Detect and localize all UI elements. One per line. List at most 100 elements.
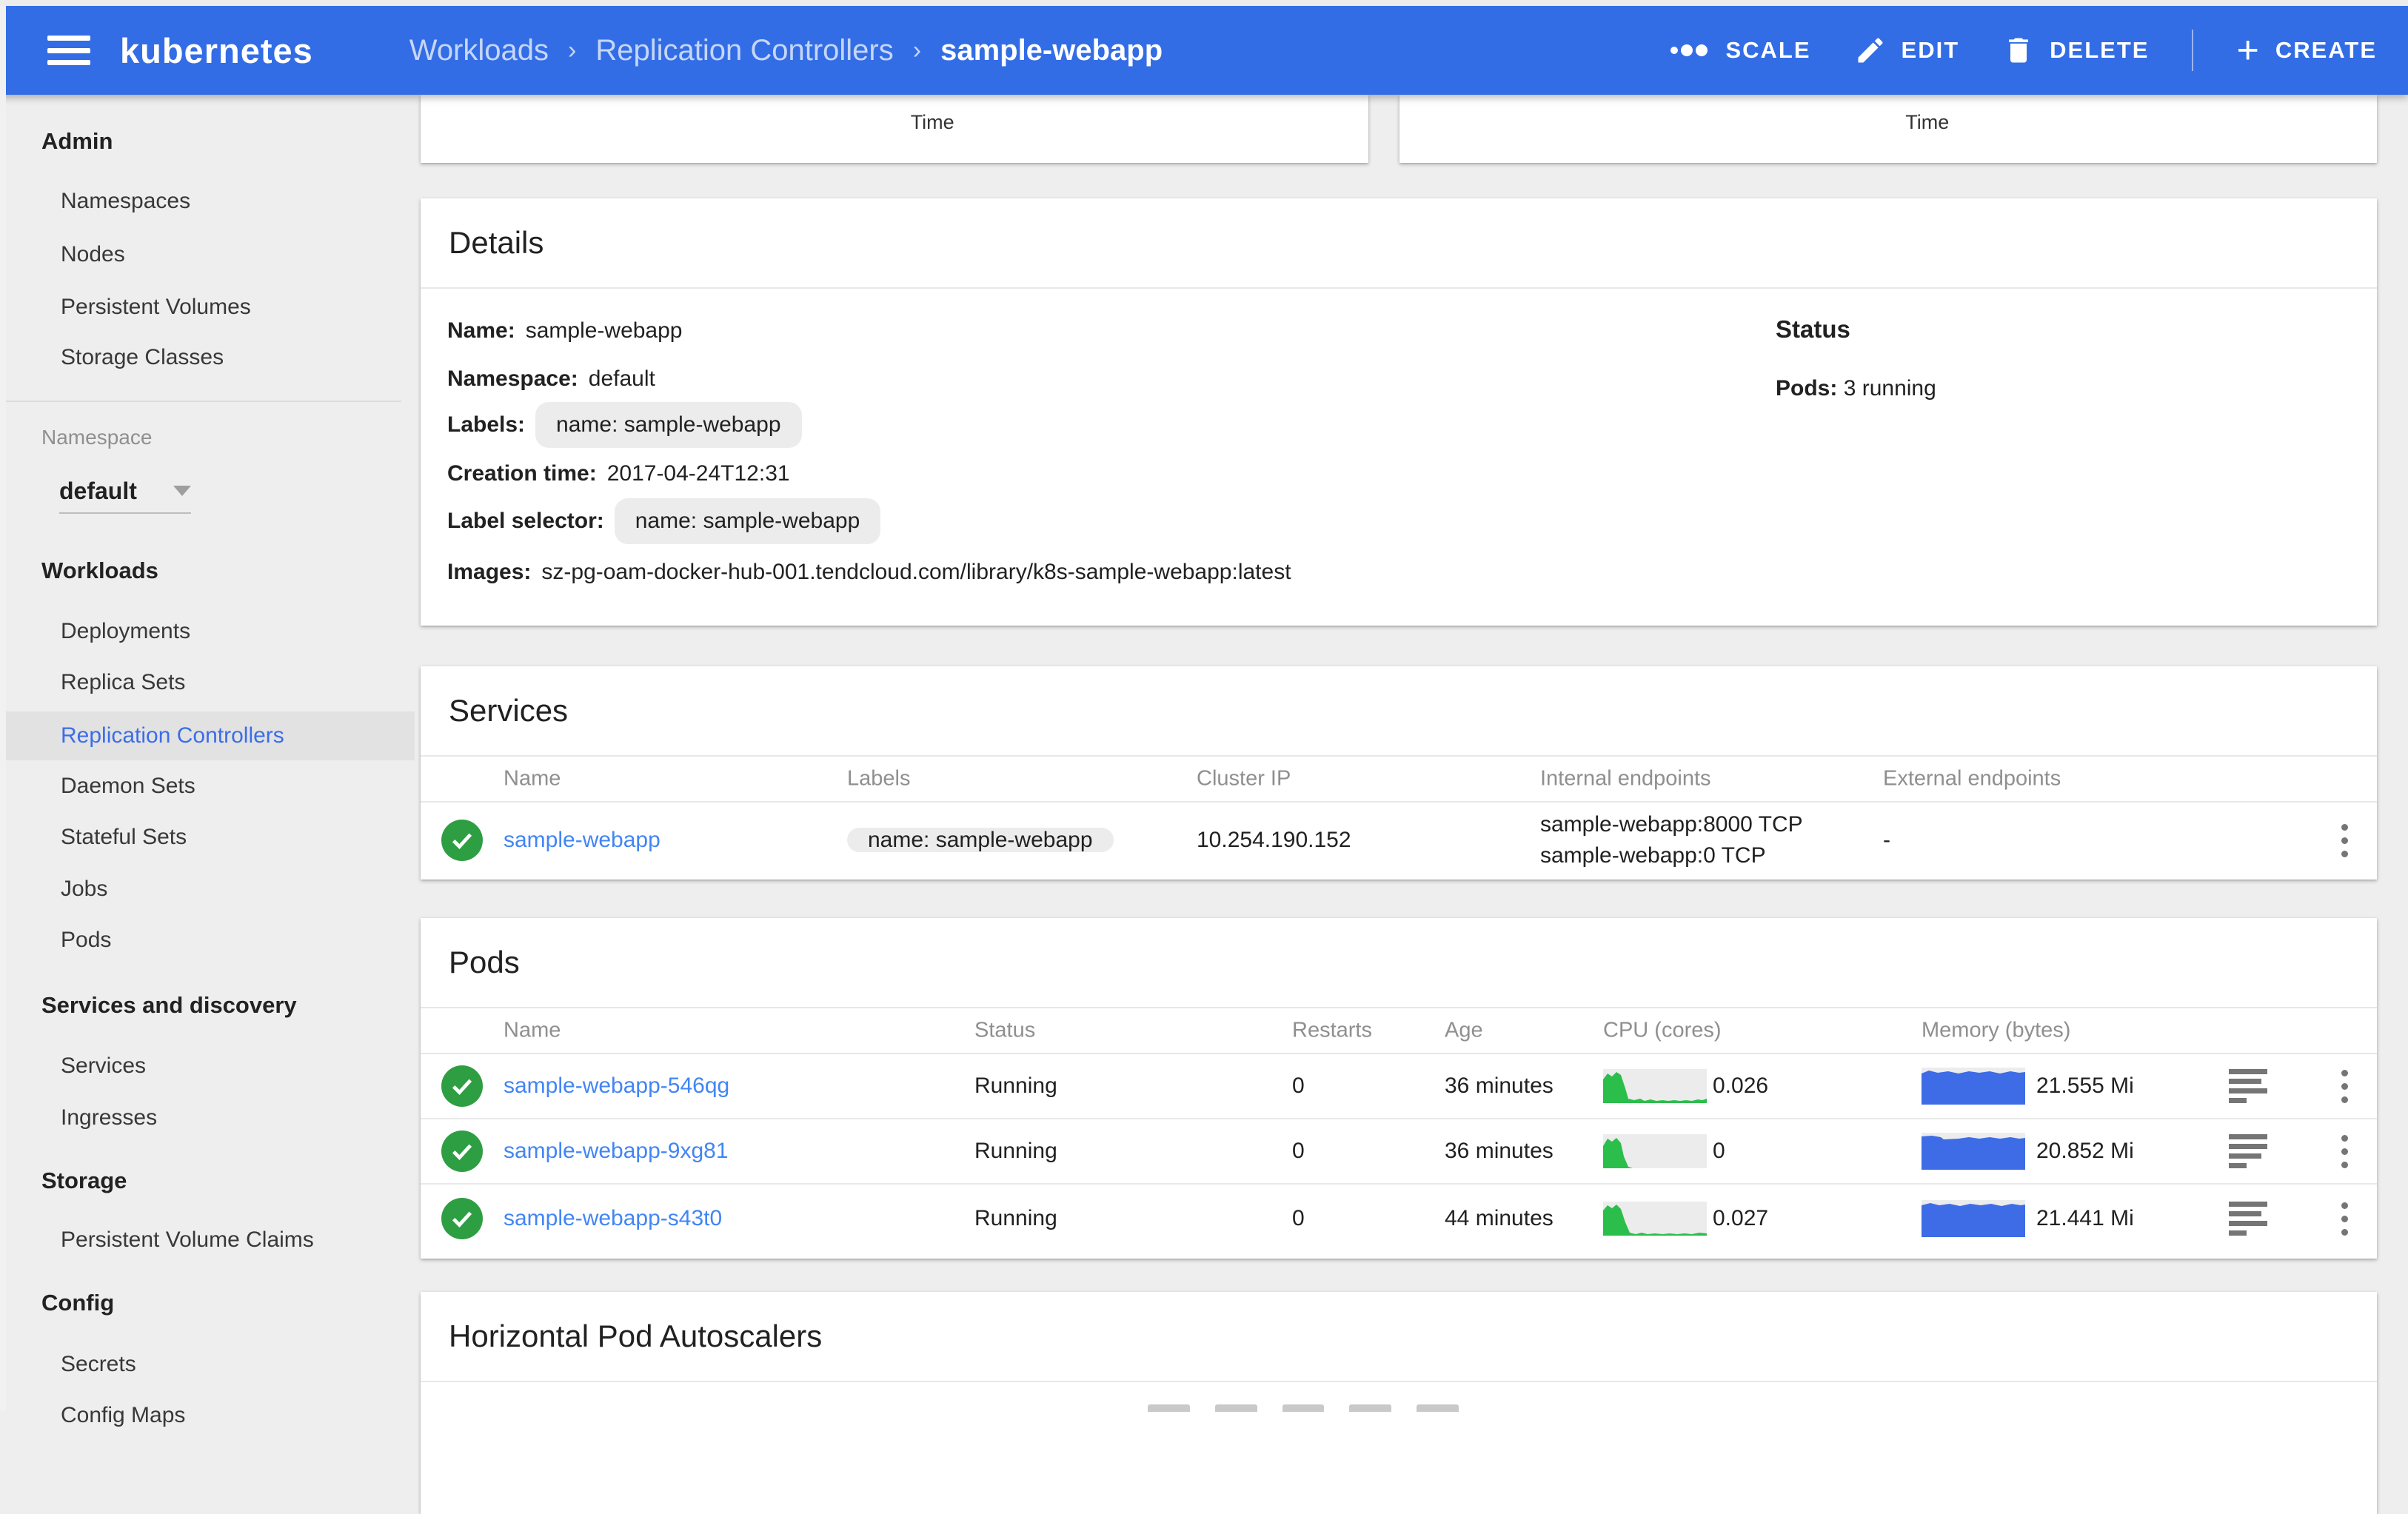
detail-field-label-selector: Label selector: name: sample-webapp bbox=[447, 500, 880, 542]
column-header-name: Name bbox=[504, 1019, 561, 1043]
nav-section-storage: Storage bbox=[0, 1160, 415, 1202]
hpa-title: Horizontal Pod Autoscalers bbox=[449, 1319, 822, 1354]
more-vert-icon[interactable] bbox=[2330, 1131, 2359, 1172]
cpu-usage-chart-card: Time bbox=[421, 95, 1368, 163]
pods-title: Pods bbox=[449, 945, 520, 980]
delete-button[interactable]: DELETE bbox=[2002, 34, 2149, 67]
nav-section-services-discovery: Services and discovery bbox=[0, 985, 415, 1026]
detail-field-images: Images: sz-pg-oam-docker-hub-001.tendclo… bbox=[447, 552, 1291, 593]
sidebar-item-secrets[interactable]: Secrets bbox=[0, 1344, 415, 1385]
sidebar-item-stateful-sets[interactable]: Stateful Sets bbox=[0, 817, 415, 858]
scale-button[interactable]: SCALE bbox=[1669, 37, 1810, 64]
pod-name-link[interactable]: sample-webapp-546qg bbox=[504, 1073, 729, 1099]
menu-icon[interactable] bbox=[47, 36, 90, 65]
column-header-labels: Labels bbox=[847, 767, 910, 791]
sidebar-item-config-maps[interactable]: Config Maps bbox=[0, 1395, 415, 1436]
sidebar-item-ingresses[interactable]: Ingresses bbox=[0, 1097, 415, 1139]
toolbar-actions: SCALE EDIT DELETE + CREATE bbox=[1669, 30, 2377, 71]
services-card: Services Name Labels Cluster IP Internal… bbox=[421, 666, 2377, 880]
services-table-header: Name Labels Cluster IP Internal endpoint… bbox=[421, 757, 2377, 803]
more-vert-icon[interactable] bbox=[2330, 820, 2359, 861]
pod-memory-value: 21.555 Mi bbox=[2036, 1073, 2134, 1099]
pod-restarts: 0 bbox=[1292, 1073, 1305, 1099]
breadcrumb-separator: › bbox=[913, 36, 921, 65]
services-title: Services bbox=[449, 693, 568, 728]
edit-button[interactable]: EDIT bbox=[1854, 34, 1960, 67]
status-ok-icon bbox=[441, 1065, 483, 1107]
sidebar-item-persistent-volumes[interactable]: Persistent Volumes bbox=[0, 287, 415, 328]
memory-sparkline bbox=[1922, 1200, 2025, 1237]
pod-name-link[interactable]: sample-webapp-9xg81 bbox=[504, 1139, 729, 1164]
status-ok-icon bbox=[441, 1131, 483, 1172]
chevron-down-icon bbox=[173, 486, 191, 496]
sidebar-item-persistent-volume-claims[interactable]: Persistent Volume Claims bbox=[0, 1219, 415, 1261]
pod-name-link[interactable]: sample-webapp-s43t0 bbox=[504, 1206, 722, 1231]
detail-field-labels: Labels: name: sample-webapp bbox=[447, 404, 802, 446]
logs-icon[interactable] bbox=[2229, 1069, 2267, 1103]
sidebar-item-deployments[interactable]: Deployments bbox=[0, 611, 415, 652]
app-logo: kubernetes bbox=[120, 30, 313, 71]
details-title: Details bbox=[449, 225, 544, 261]
pod-status: Running bbox=[974, 1139, 1057, 1164]
pod-status: Running bbox=[974, 1206, 1057, 1231]
breadcrumb-separator: › bbox=[568, 36, 576, 65]
service-label-chip: name: sample-webapp bbox=[847, 828, 1114, 852]
sidebar-item-daemon-sets[interactable]: Daemon Sets bbox=[0, 766, 415, 807]
detail-field-name: Name: sample-webapp bbox=[447, 310, 683, 352]
service-internal-endpoints: sample-webapp:8000 TCP sample-webapp:0 T… bbox=[1540, 809, 1803, 871]
memory-sparkline bbox=[1922, 1133, 2025, 1170]
cpu-sparkline bbox=[1603, 1069, 1707, 1103]
sidebar-item-services[interactable]: Services bbox=[0, 1045, 415, 1087]
service-name-link[interactable]: sample-webapp bbox=[504, 828, 660, 853]
sidebar-item-pods[interactable]: Pods bbox=[0, 920, 415, 961]
nav-section-workloads: Workloads bbox=[0, 550, 415, 592]
scale-icon bbox=[1669, 41, 1710, 60]
column-header-status: Status bbox=[974, 1019, 1035, 1043]
sidebar-item-jobs[interactable]: Jobs bbox=[0, 868, 415, 910]
status-title: Status bbox=[1776, 315, 1850, 344]
sidebar-item-replication-controllers[interactable]: Replication Controllers bbox=[0, 711, 415, 760]
pod-table-row: sample-webapp-s43t0 Running 0 44 minutes… bbox=[421, 1185, 2377, 1253]
pod-cpu-value: 0 bbox=[1713, 1139, 1725, 1164]
column-header-name: Name bbox=[504, 767, 561, 791]
status-ok-icon bbox=[441, 1198, 483, 1239]
pod-memory-value: 20.852 Mi bbox=[2036, 1139, 2134, 1164]
sidebar-item-namespaces[interactable]: Namespaces bbox=[0, 181, 415, 222]
plus-icon: + bbox=[2236, 36, 2260, 65]
chart-x-axis-label: Time bbox=[911, 111, 954, 134]
logs-icon[interactable] bbox=[2229, 1202, 2267, 1236]
breadcrumb-current: sample-webapp bbox=[940, 34, 1163, 67]
breadcrumb: Workloads › Replication Controllers › sa… bbox=[409, 34, 1163, 67]
pods-table-header: Name Status Restarts Age CPU (cores) Mem… bbox=[421, 1008, 2377, 1054]
pod-restarts: 0 bbox=[1292, 1206, 1305, 1231]
status-pods: Pods: 3 running bbox=[1776, 376, 1936, 401]
label-chip: name: sample-webapp bbox=[535, 402, 802, 448]
namespace-label: Namespace bbox=[0, 421, 415, 454]
delete-icon bbox=[2002, 34, 2035, 67]
memory-sparkline bbox=[1922, 1068, 2025, 1105]
pod-table-row: sample-webapp-9xg81 Running 0 36 minutes… bbox=[421, 1119, 2377, 1185]
column-header-restarts: Restarts bbox=[1292, 1019, 1372, 1043]
cpu-sparkline bbox=[1603, 1202, 1707, 1236]
cpu-sparkline bbox=[1603, 1134, 1707, 1168]
namespace-select[interactable]: default bbox=[59, 469, 191, 514]
breadcrumb-workloads[interactable]: Workloads bbox=[409, 34, 549, 67]
pod-cpu-value: 0.026 bbox=[1713, 1073, 1768, 1099]
pod-age: 44 minutes bbox=[1445, 1206, 1554, 1231]
breadcrumb-replication-controllers[interactable]: Replication Controllers bbox=[595, 34, 893, 67]
create-button[interactable]: + CREATE bbox=[2236, 36, 2377, 65]
chart-x-axis-label: Time bbox=[1905, 111, 1949, 134]
sidebar-item-nodes[interactable]: Nodes bbox=[0, 234, 415, 275]
pod-table-row: sample-webapp-546qg Running 0 36 minutes… bbox=[421, 1054, 2377, 1119]
logs-icon[interactable] bbox=[2229, 1134, 2267, 1168]
more-vert-icon[interactable] bbox=[2330, 1198, 2359, 1239]
more-vert-icon[interactable] bbox=[2330, 1065, 2359, 1107]
sidebar-item-storage-classes[interactable]: Storage Classes bbox=[0, 337, 415, 378]
sidebar-item-replica-sets[interactable]: Replica Sets bbox=[0, 662, 415, 703]
pod-status: Running bbox=[974, 1073, 1057, 1099]
sidebar-nav: Admin Namespaces Nodes Persistent Volume… bbox=[0, 95, 415, 1411]
pod-memory-value: 21.441 Mi bbox=[2036, 1206, 2134, 1231]
pod-cpu-value: 0.027 bbox=[1713, 1206, 1768, 1231]
sidebar-divider bbox=[0, 401, 401, 402]
window-edge-top bbox=[0, 0, 2408, 6]
